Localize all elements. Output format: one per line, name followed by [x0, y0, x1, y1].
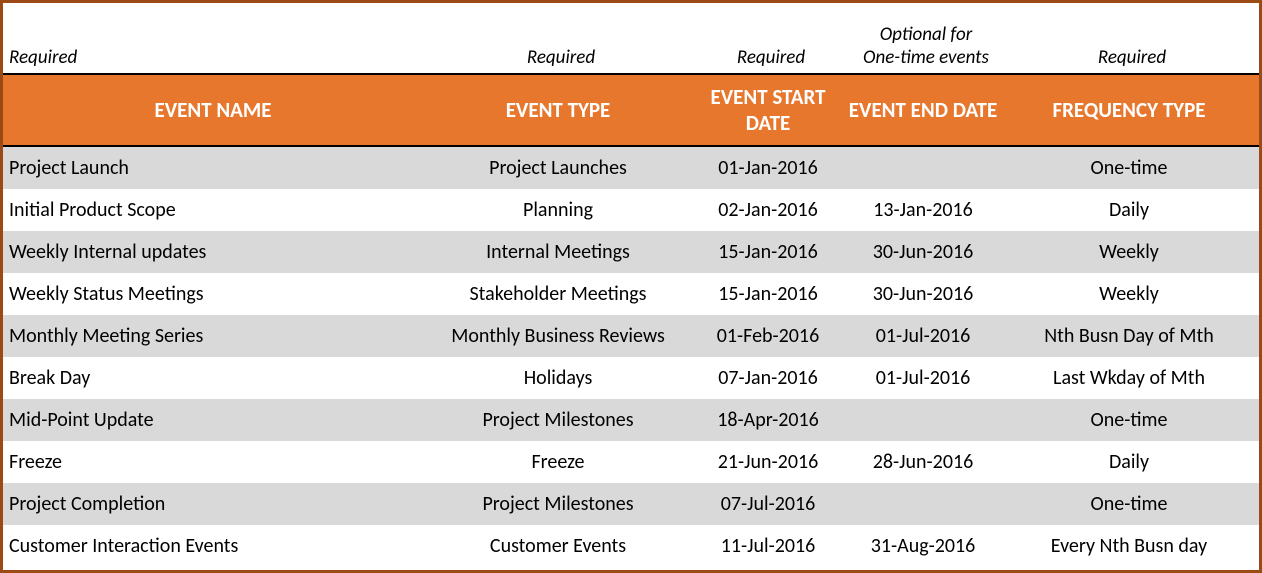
table-row: FreezeFreeze21-Jun-201628-Jun-2016Daily	[3, 441, 1259, 483]
cell-event-name: Weekly Internal updates	[3, 240, 423, 264]
table-row: Weekly Internal updatesInternal Meetings…	[3, 231, 1259, 273]
cell-event-name: Initial Product Scope	[3, 198, 423, 222]
table-row: Monthly Meeting SeriesMonthly Business R…	[3, 315, 1259, 357]
cell-event-type: Internal Meetings	[423, 240, 693, 264]
cell-event-type: Planning	[423, 198, 693, 222]
table-row: Break DayHolidays07-Jan-201601-Jul-2016L…	[3, 357, 1259, 399]
cell-end-date: 28-Jun-2016	[843, 450, 1003, 474]
table-body: Project LaunchProject Launches01-Jan-201…	[3, 147, 1259, 567]
column-hint-row: Required Required Required Optional forO…	[3, 3, 1259, 73]
cell-frequency: One-time	[1003, 492, 1255, 516]
cell-event-name: Project Launch	[3, 156, 423, 180]
header-frequency: FREQUENCY TYPE	[1003, 97, 1255, 123]
cell-event-type: Project Milestones	[423, 408, 693, 432]
cell-event-name: Break Day	[3, 366, 423, 390]
cell-start-date: 11-Jul-2016	[693, 534, 843, 558]
table-header-row: EVENT NAME EVENT TYPE EVENT START DATE E…	[3, 73, 1259, 147]
cell-end-date: 01-Jul-2016	[843, 366, 1003, 390]
cell-event-type: Holidays	[423, 366, 693, 390]
cell-end-date: 30-Jun-2016	[843, 282, 1003, 306]
cell-start-date: 02-Jan-2016	[693, 198, 843, 222]
header-event-name: EVENT NAME	[3, 97, 423, 123]
cell-start-date: 18-Apr-2016	[693, 408, 843, 432]
cell-end-date: 31-Aug-2016	[843, 534, 1003, 558]
cell-start-date: 21-Jun-2016	[693, 450, 843, 474]
cell-start-date: 15-Jan-2016	[693, 240, 843, 264]
cell-start-date: 01-Feb-2016	[693, 324, 843, 348]
table-row: Customer Interaction EventsCustomer Even…	[3, 525, 1259, 567]
cell-event-name: Monthly Meeting Series	[3, 324, 423, 348]
cell-frequency: Weekly	[1003, 282, 1255, 306]
hint-end-date: Optional forOne-time events	[843, 23, 1003, 69]
cell-event-type: Freeze	[423, 450, 693, 474]
cell-event-type: Customer Events	[423, 534, 693, 558]
cell-event-name: Weekly Status Meetings	[3, 282, 423, 306]
cell-event-name: Project Completion	[3, 492, 423, 516]
hint-frequency: Required	[1003, 46, 1255, 69]
cell-start-date: 07-Jan-2016	[693, 366, 843, 390]
header-start-date: EVENT START DATE	[693, 84, 843, 137]
table-row: Project CompletionProject Milestones07-J…	[3, 483, 1259, 525]
cell-frequency: One-time	[1003, 408, 1255, 432]
cell-event-type: Project Launches	[423, 156, 693, 180]
events-table-container: Required Required Required Optional forO…	[0, 0, 1262, 573]
cell-frequency: Last Wkday of Mth	[1003, 366, 1255, 390]
cell-frequency: Daily	[1003, 450, 1255, 474]
hint-event-name: Required	[3, 46, 423, 69]
cell-event-type: Project Milestones	[423, 492, 693, 516]
hint-start-date: Required	[693, 46, 843, 69]
cell-event-type: Monthly Business Reviews	[423, 324, 693, 348]
cell-start-date: 15-Jan-2016	[693, 282, 843, 306]
table-row: Weekly Status MeetingsStakeholder Meetin…	[3, 273, 1259, 315]
cell-event-type: Stakeholder Meetings	[423, 282, 693, 306]
cell-frequency: Daily	[1003, 198, 1255, 222]
cell-event-name: Customer Interaction Events	[3, 534, 423, 558]
cell-start-date: 01-Jan-2016	[693, 156, 843, 180]
cell-frequency: One-time	[1003, 156, 1255, 180]
hint-event-type: Required	[423, 46, 693, 69]
cell-frequency: Weekly	[1003, 240, 1255, 264]
header-event-type: EVENT TYPE	[423, 97, 693, 123]
table-row: Initial Product ScopePlanning02-Jan-2016…	[3, 189, 1259, 231]
cell-end-date: 13-Jan-2016	[843, 198, 1003, 222]
cell-event-name: Freeze	[3, 450, 423, 474]
cell-start-date: 07-Jul-2016	[693, 492, 843, 516]
cell-frequency: Every Nth Busn day	[1003, 534, 1255, 558]
cell-end-date: 30-Jun-2016	[843, 240, 1003, 264]
cell-event-name: Mid-Point Update	[3, 408, 423, 432]
table-row: Mid-Point UpdateProject Milestones18-Apr…	[3, 399, 1259, 441]
cell-frequency: Nth Busn Day of Mth	[1003, 324, 1255, 348]
header-end-date: EVENT END DATE	[843, 97, 1003, 123]
table-row: Project LaunchProject Launches01-Jan-201…	[3, 147, 1259, 189]
cell-end-date: 01-Jul-2016	[843, 324, 1003, 348]
